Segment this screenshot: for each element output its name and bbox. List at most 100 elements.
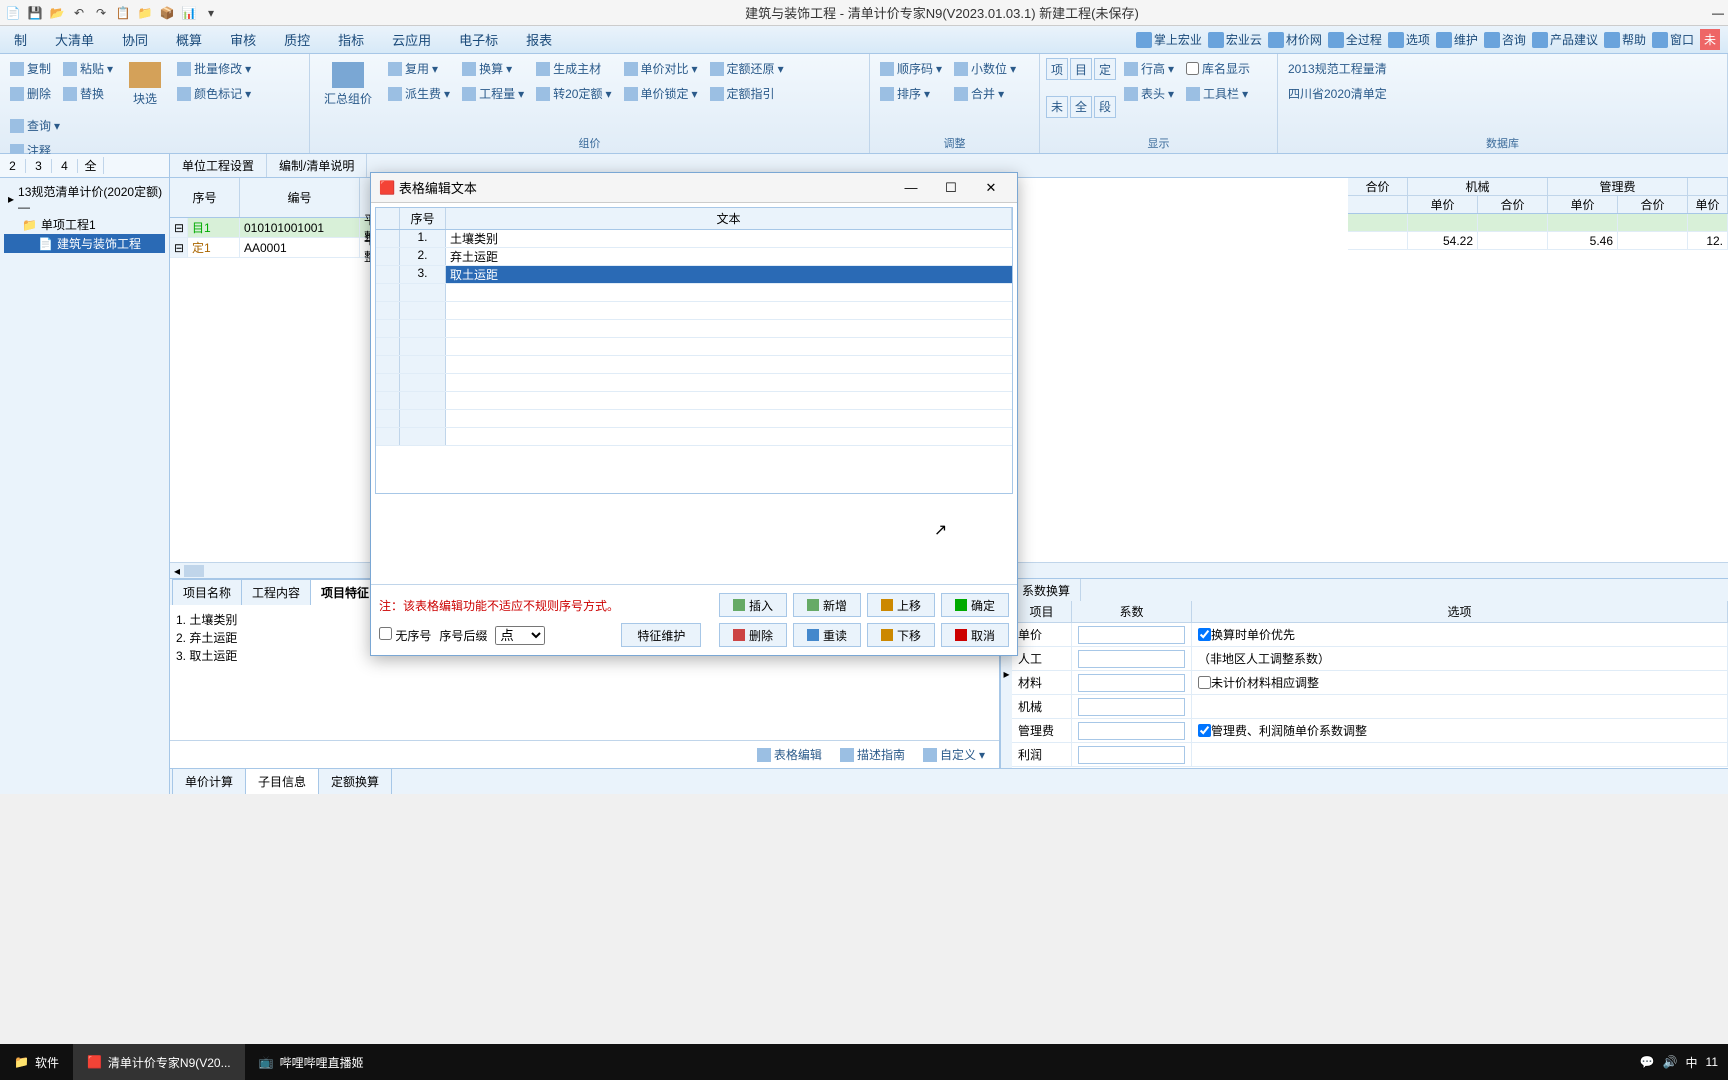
tab-price-calc[interactable]: 单价计算: [172, 768, 246, 794]
tab-unit-settings[interactable]: 单位工程设置: [170, 154, 267, 177]
batch-edit-button[interactable]: 批量修改 ▾: [173, 58, 255, 79]
replace-button[interactable]: 替换: [59, 83, 117, 104]
close-button[interactable]: ✕: [973, 177, 1009, 199]
menu-item[interactable]: 指标: [324, 30, 378, 49]
reread-button[interactable]: 重读: [793, 623, 861, 647]
link-window[interactable]: 窗口: [1652, 31, 1694, 48]
tree-root[interactable]: ▸ 13规范清单计价(2020定额)—: [4, 182, 165, 215]
taskbar-item[interactable]: 🟥 清单计价专家N9(V20...: [73, 1044, 245, 1080]
seq-code-button[interactable]: 顺序码 ▾: [876, 58, 946, 79]
link-consult[interactable]: 咨询: [1484, 31, 1526, 48]
db-2013-button[interactable]: 2013规范工程量清: [1284, 58, 1391, 79]
menu-item[interactable]: 大清单: [41, 30, 108, 49]
coef-input[interactable]: [1078, 650, 1185, 668]
qat-folder-icon[interactable]: 📁: [136, 4, 154, 22]
table-row[interactable]: [376, 302, 1012, 320]
tab-list-note[interactable]: 编制/清单说明: [267, 154, 367, 177]
tab-item-name[interactable]: 项目名称: [172, 579, 242, 605]
cell-mgmt-price[interactable]: 5.46: [1548, 232, 1618, 249]
desc-guide-button[interactable]: 描述指南: [836, 744, 909, 765]
qat-export-icon[interactable]: 📋: [114, 4, 132, 22]
paste-button[interactable]: 粘贴 ▾: [59, 58, 117, 79]
link-unsaved[interactable]: 未: [1700, 29, 1720, 50]
cell-code[interactable]: AA0001: [240, 238, 360, 257]
clock[interactable]: 11: [1706, 1055, 1718, 1069]
suffix-select[interactable]: 点: [495, 626, 545, 645]
reuse-button[interactable]: 复用 ▾: [384, 58, 454, 79]
link-pricenet[interactable]: 材价网: [1268, 31, 1322, 48]
tab-quota-convert[interactable]: 定额换算: [318, 768, 392, 794]
menu-item[interactable]: 电子标: [445, 30, 512, 49]
qat-open-icon[interactable]: 📂: [48, 4, 66, 22]
cell-machine-price[interactable]: 54.22: [1408, 232, 1478, 249]
link-maintain[interactable]: 维护: [1436, 31, 1478, 48]
link-suggest[interactable]: 产品建议: [1532, 31, 1598, 48]
custom-button[interactable]: 自定义 ▾: [919, 744, 989, 765]
move-up-button[interactable]: 上移: [867, 593, 935, 617]
view-not-button[interactable]: 未: [1046, 96, 1068, 118]
qat-undo-icon[interactable]: ↶: [70, 4, 88, 22]
taskbar-item[interactable]: 📺 哔哩哔哩直播姬: [245, 1044, 378, 1080]
opt-checkbox[interactable]: [1198, 676, 1211, 689]
cell-seq[interactable]: 目1: [188, 218, 240, 237]
lock-price-button[interactable]: 单价锁定 ▾: [620, 83, 702, 104]
minimize-icon[interactable]: —: [1712, 6, 1724, 20]
derive-fee-button[interactable]: 派生费 ▾: [384, 83, 454, 104]
menu-item[interactable]: 制: [0, 30, 41, 49]
search-button[interactable]: 查询 ▾: [6, 115, 64, 136]
coef-input[interactable]: [1078, 698, 1185, 716]
to20-button[interactable]: 转20定额 ▾: [532, 83, 615, 104]
sort-button[interactable]: 排序 ▾: [876, 83, 946, 104]
no-seq-checkbox[interactable]: [379, 627, 392, 640]
dialog-titlebar[interactable]: 🟥 表格编辑文本 — ☐ ✕: [371, 173, 1017, 203]
scroll-left-icon[interactable]: ◂: [170, 564, 184, 578]
menu-item[interactable]: 协同: [108, 30, 162, 49]
coef-input[interactable]: [1078, 626, 1185, 644]
table-row[interactable]: [376, 428, 1012, 446]
delete-button[interactable]: 删除: [6, 83, 55, 104]
cell-price[interactable]: 12.: [1688, 232, 1728, 249]
table-row[interactable]: 1.土壤类别: [376, 230, 1012, 248]
color-mark-button[interactable]: 颜色标记 ▾: [173, 83, 255, 104]
decimal-button[interactable]: 小数位 ▾: [950, 58, 1020, 79]
left-tab[interactable]: 4: [52, 159, 78, 173]
restore-quota-button[interactable]: 定额还原 ▾: [706, 58, 788, 79]
table-row[interactable]: [376, 356, 1012, 374]
price-compare-button[interactable]: 单价对比 ▾: [620, 58, 702, 79]
tab-coef[interactable]: 系数换算: [1012, 579, 1081, 601]
coef-input[interactable]: [1078, 674, 1185, 692]
qat-sheet-icon[interactable]: 📊: [180, 4, 198, 22]
link-help[interactable]: 帮助: [1604, 31, 1646, 48]
cell-code[interactable]: 010101001001: [240, 218, 360, 237]
menu-item[interactable]: 云应用: [378, 30, 445, 49]
table-row[interactable]: [376, 410, 1012, 428]
menu-item[interactable]: 报表: [512, 30, 566, 49]
tab-work-content[interactable]: 工程内容: [241, 579, 311, 605]
block-select-button[interactable]: 块选: [121, 58, 169, 111]
qat-dropdown-icon[interactable]: ▾: [202, 4, 220, 22]
table-row[interactable]: [376, 284, 1012, 302]
left-tab[interactable]: 全: [78, 157, 104, 174]
quota-guide-button[interactable]: 定额指引: [706, 83, 788, 104]
table-row[interactable]: 2.弃土运距: [376, 248, 1012, 266]
maximize-button[interactable]: ☐: [933, 177, 969, 199]
view-seg-button[interactable]: 段: [1094, 96, 1116, 118]
tree-subproject[interactable]: 📁 单项工程1: [4, 215, 165, 234]
left-tab[interactable]: 3: [26, 159, 52, 173]
opt-checkbox[interactable]: [1198, 724, 1211, 737]
tray-icon[interactable]: 🔊: [1663, 1055, 1678, 1069]
left-tab[interactable]: 2: [0, 159, 26, 173]
tray-icon[interactable]: 💬: [1640, 1055, 1655, 1069]
qat-new-icon[interactable]: 📄: [4, 4, 22, 22]
tree-unit-project[interactable]: 📄 建筑与装饰工程: [4, 234, 165, 253]
link-fullprocess[interactable]: 全过程: [1328, 31, 1382, 48]
taskbar-item[interactable]: 📁 软件: [0, 1044, 73, 1080]
new-button[interactable]: 新增: [793, 593, 861, 617]
feat-maint-button[interactable]: 特征维护: [621, 623, 701, 647]
link-options[interactable]: 选项: [1388, 31, 1430, 48]
copy-button[interactable]: 复制: [6, 58, 55, 79]
coef-input[interactable]: [1078, 746, 1185, 764]
qat-redo-icon[interactable]: ↷: [92, 4, 110, 22]
coef-input[interactable]: [1078, 722, 1185, 740]
table-row[interactable]: [376, 338, 1012, 356]
